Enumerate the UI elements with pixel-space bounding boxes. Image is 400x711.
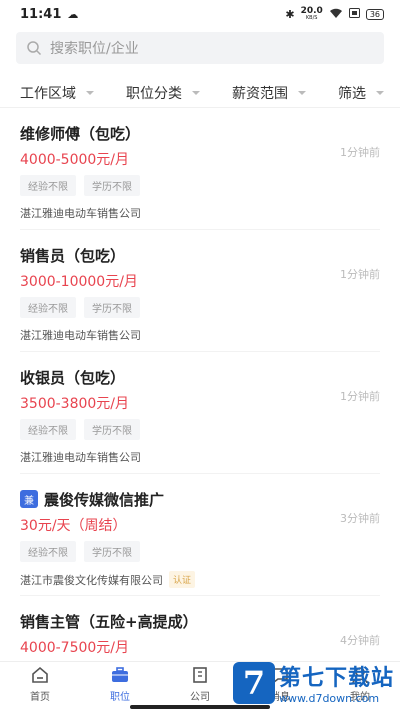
job-time: 1分钟前 <box>340 146 380 159</box>
caret-down-icon <box>86 90 94 95</box>
job-card[interactable]: 收银员（包吃） 3500-3800元/月 1分钟前 经验不限 学历不限 湛江雅迪… <box>20 352 380 474</box>
job-card[interactable]: 维修师傅（包吃） 4000-5000元/月 1分钟前 经验不限 学历不限 湛江雅… <box>20 108 380 230</box>
tag-experience: 经验不限 <box>20 541 76 562</box>
watermark: 7 第七下载站 www.d7down.com <box>232 660 394 705</box>
job-title: 收银员（包吃） <box>20 368 126 387</box>
job-time: 4分钟前 <box>340 634 380 647</box>
tag-education: 学历不限 <box>84 541 140 562</box>
search-input[interactable]: 搜索职位/企业 <box>16 32 384 64</box>
home-indicator <box>130 705 270 709</box>
nav-jobs[interactable]: 职位 <box>90 665 150 703</box>
company-name: 湛江雅迪电动车销售公司 <box>20 207 141 220</box>
job-time: 1分钟前 <box>340 268 380 281</box>
job-salary: 3000-10000元/月 <box>20 274 138 290</box>
job-card[interactable]: 销售员（包吃） 3000-10000元/月 1分钟前 经验不限 学历不限 湛江雅… <box>20 230 380 352</box>
search-placeholder: 搜索职位/企业 <box>50 41 139 57</box>
status-bar: 11:41 ☁ ✱ 20.0 KB/S 36 <box>0 0 400 28</box>
watermark-title: 第七下载站 <box>278 666 394 691</box>
building-icon <box>193 666 207 683</box>
part-time-badge: 兼 <box>20 490 38 508</box>
cloud-sync-icon: ☁ <box>67 7 79 21</box>
tag-experience: 经验不限 <box>20 419 76 440</box>
verified-badge: 认证 <box>169 571 196 588</box>
tag-experience: 经验不限 <box>20 175 76 196</box>
job-title: 销售主管（五险+高提成） <box>20 612 198 631</box>
clock: 11:41 <box>20 6 62 22</box>
sim-icon <box>348 8 360 20</box>
job-salary: 4000-5000元/月 <box>20 152 130 168</box>
filter-job-category[interactable]: 职位分类 <box>126 83 200 103</box>
company-name: 湛江市震俊文化传媒有限公司 认证 <box>20 571 380 588</box>
tag-education: 学历不限 <box>84 419 140 440</box>
nav-company[interactable]: 公司 <box>170 665 230 703</box>
filter-salary-range[interactable]: 薪资范围 <box>232 83 306 103</box>
job-time: 1分钟前 <box>340 390 380 403</box>
network-speed: 20.0 KB/S <box>300 6 323 21</box>
watermark-logo: 7 <box>232 661 275 704</box>
job-salary: 4000-7500元/月 <box>20 640 130 656</box>
job-card[interactable]: 兼 震俊传媒微信推广 30元/天（周结） 3分钟前 经验不限 学历不限 湛江市震… <box>20 474 380 596</box>
caret-down-icon <box>192 90 200 95</box>
nav-home[interactable]: 首页 <box>10 665 70 703</box>
job-title: 销售员（包吃） <box>20 246 126 265</box>
job-title: 兼 震俊传媒微信推广 <box>20 488 380 510</box>
filter-more[interactable]: 筛选 <box>338 83 384 103</box>
tag-experience: 经验不限 <box>20 297 76 318</box>
caret-down-icon <box>376 90 384 95</box>
caret-down-icon <box>298 90 306 95</box>
job-list: 维修师傅（包吃） 4000-5000元/月 1分钟前 经验不限 学历不限 湛江雅… <box>0 108 400 711</box>
company-name: 湛江雅迪电动车销售公司 <box>20 451 141 464</box>
wifi-icon <box>329 8 343 21</box>
tag-education: 学历不限 <box>84 175 140 196</box>
job-salary: 3500-3800元/月 <box>20 396 130 412</box>
company-name: 湛江雅迪电动车销售公司 <box>20 329 141 342</box>
bluetooth-icon: ✱ <box>285 7 295 21</box>
watermark-url: www.d7down.com <box>278 692 380 705</box>
filter-bar: 工作区域 职位分类 薪资范围 筛选 <box>0 78 400 108</box>
job-salary: 30元/天（周结） <box>20 518 127 534</box>
search-icon <box>27 41 42 56</box>
battery-icon: 36 <box>365 8 384 20</box>
job-title: 维修师傅（包吃） <box>20 124 141 143</box>
tag-education: 学历不限 <box>84 297 140 318</box>
briefcase-icon <box>112 666 128 682</box>
filter-work-area[interactable]: 工作区域 <box>20 83 94 103</box>
job-time: 3分钟前 <box>340 512 380 525</box>
home-icon <box>32 666 48 683</box>
